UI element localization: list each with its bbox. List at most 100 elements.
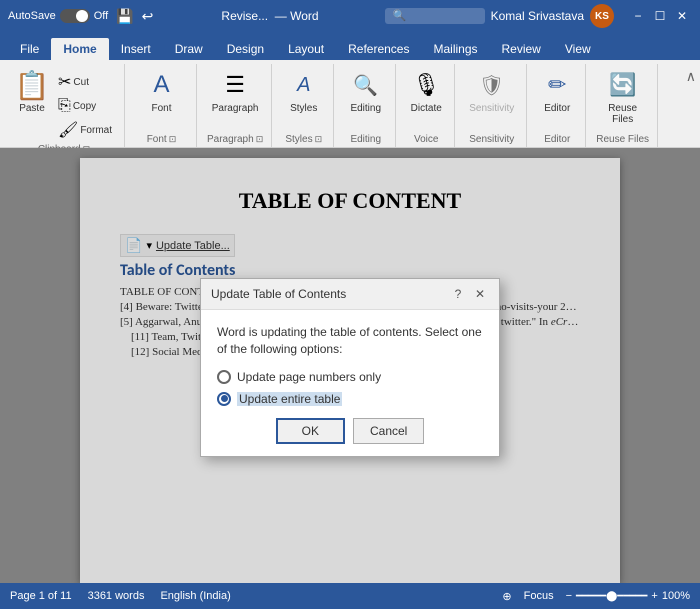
radio-option-page-numbers[interactable]: Update page numbers only <box>217 370 483 384</box>
tab-layout[interactable]: Layout <box>276 38 336 60</box>
radio-input-1[interactable] <box>217 370 231 384</box>
font-group-label: Font ⊡ <box>135 134 188 145</box>
tab-view[interactable]: View <box>553 38 603 60</box>
paragraph-group-label: Paragraph ⊡ <box>207 134 263 145</box>
font-content: A Font <box>141 66 181 132</box>
styles-group-label: Styles ⊡ <box>282 134 325 145</box>
sensitivity-button[interactable]: 🛡 Sensitivity <box>465 66 518 117</box>
zoom-level-label: 100% <box>662 590 690 602</box>
ribbon-tab-bar: File Home Insert Draw Design Layout Refe… <box>0 32 700 60</box>
ribbon-group-editor: ✏ Editor Editor <box>529 64 586 147</box>
copy-icon: ⎘ <box>58 97 71 115</box>
radio-input-2[interactable] <box>217 392 231 406</box>
minimize-button[interactable]: − <box>628 6 648 26</box>
ribbon-collapse-btn[interactable]: ∧ <box>686 64 696 147</box>
focus-icon[interactable]: ⊕ <box>502 590 511 603</box>
focus-label[interactable]: Focus <box>524 590 554 602</box>
document-area: TABLE OF CONTENT 📄 ▾ Update Table... Tab… <box>0 148 700 583</box>
user-info: Komal Srivastava KS <box>491 4 614 28</box>
dialog-cancel-button[interactable]: Cancel <box>353 418 424 444</box>
paragraph-expand-icon[interactable]: ⊡ <box>256 134 264 145</box>
reuse-files-icon: 🔄 <box>607 69 639 101</box>
tab-insert[interactable]: Insert <box>109 38 163 60</box>
ribbon-group-editing: 🔍 Editing Editing <box>336 64 396 147</box>
voice-content: 🎙 Dictate <box>406 66 446 132</box>
user-avatar: KS <box>590 4 614 28</box>
paragraph-content: ☰ Paragraph <box>208 66 263 132</box>
dialog-help-button[interactable]: ? <box>449 285 467 303</box>
quick-access-toolbar: 💾 ↩ <box>114 6 155 27</box>
close-button[interactable]: ✕ <box>672 6 692 26</box>
clipboard-content: 📋 Paste ✂ Cut ⎘ Copy 🖌 Format <box>12 66 116 142</box>
format-painter-icon: 🖌 <box>58 120 78 140</box>
ribbon-group-reuse: 🔄 ReuseFiles Reuse Files <box>588 64 658 147</box>
font-expand-icon[interactable]: ⊡ <box>169 134 177 145</box>
language-selector[interactable]: English (India) <box>160 590 230 602</box>
toggle-knob <box>76 10 88 22</box>
format-painter-label: Format <box>80 125 112 136</box>
cut-button[interactable]: ✂ Cut <box>54 70 116 94</box>
autosave-toggle[interactable] <box>60 9 90 23</box>
toggle-state-label: Off <box>94 10 108 22</box>
styles-button[interactable]: A Styles <box>284 66 324 117</box>
ribbon-group-font: A Font Font ⊡ <box>127 64 197 147</box>
editing-content: 🔍 Editing <box>346 66 386 132</box>
zoom-in-icon[interactable]: + <box>651 590 657 602</box>
username-label: Komal Srivastava <box>491 9 584 23</box>
undo-icon[interactable]: ↩ <box>140 6 156 27</box>
tab-references[interactable]: References <box>336 38 421 60</box>
dialog-description: Word is updating the table of contents. … <box>217 324 483 358</box>
sensitivity-group-label: Sensitivity <box>465 134 518 145</box>
tab-file[interactable]: File <box>8 38 51 60</box>
status-bar-right: ⊕ Focus − ━━━━━⬤━━━━━ + 100% <box>502 590 690 603</box>
tab-home[interactable]: Home <box>51 38 108 60</box>
font-label: Font <box>151 103 171 114</box>
dialog-ok-button[interactable]: OK <box>276 418 345 444</box>
dialog-title-bar: Update Table of Contents ? ✕ <box>201 279 499 310</box>
dialog-title: Update Table of Contents <box>211 287 346 301</box>
paste-label: Paste <box>19 103 45 114</box>
paste-button[interactable]: 📋 Paste <box>12 66 52 117</box>
status-bar: Page 1 of 11 3361 words English (India) … <box>0 583 700 609</box>
editor-button[interactable]: ✏ Editor <box>537 66 577 117</box>
ribbon-group-styles: A Styles Styles ⊡ <box>274 64 334 147</box>
zoom-out-icon[interactable]: − <box>566 590 572 602</box>
document-page: TABLE OF CONTENT 📄 ▾ Update Table... Tab… <box>80 158 620 583</box>
ribbon-group-paragraph: ☰ Paragraph Paragraph ⊡ <box>199 64 272 147</box>
tab-mailings[interactable]: Mailings <box>421 38 489 60</box>
save-icon[interactable]: 💾 <box>114 6 135 27</box>
radio-option-entire-table[interactable]: Update entire table <box>217 392 483 406</box>
reuse-files-button[interactable]: 🔄 ReuseFiles <box>603 66 643 128</box>
tab-draw[interactable]: Draw <box>163 38 215 60</box>
reuse-files-label: ReuseFiles <box>608 103 637 125</box>
paragraph-label: Paragraph <box>212 103 259 114</box>
dialog-overlay: Update Table of Contents ? ✕ Word is upd… <box>80 158 620 583</box>
font-button[interactable]: A Font <box>141 66 181 117</box>
zoom-slider[interactable]: ━━━━━⬤━━━━━ <box>576 591 647 602</box>
dictate-button[interactable]: 🎙 Dictate <box>406 66 446 117</box>
editor-group-label: Editor <box>537 134 577 145</box>
voice-group-label: Voice <box>406 134 446 145</box>
reuse-content: 🔄 ReuseFiles <box>603 66 643 132</box>
paragraph-button[interactable]: ☰ Paragraph <box>208 66 263 117</box>
format-painter-button[interactable]: 🖌 Format <box>54 118 116 142</box>
word-count: 3361 words <box>88 590 145 602</box>
maximize-button[interactable]: ☐ <box>650 6 670 26</box>
styles-expand-icon[interactable]: ⊡ <box>315 134 323 145</box>
styles-icon: A <box>288 69 320 101</box>
tab-design[interactable]: Design <box>215 38 276 60</box>
dialog-body: Word is updating the table of contents. … <box>201 310 499 456</box>
ribbon: 📋 Paste ✂ Cut ⎘ Copy 🖌 Format <box>0 60 700 148</box>
update-toc-dialog: Update Table of Contents ? ✕ Word is upd… <box>200 278 500 457</box>
editing-button[interactable]: 🔍 Editing <box>346 66 386 117</box>
zoom-controls: − ━━━━━⬤━━━━━ + 100% <box>566 590 690 602</box>
dialog-close-button[interactable]: ✕ <box>471 285 489 303</box>
tab-review[interactable]: Review <box>490 38 553 60</box>
copy-button[interactable]: ⎘ Copy <box>54 95 116 117</box>
sensitivity-icon: 🛡 <box>476 69 508 101</box>
cut-icon: ✂ <box>58 72 71 92</box>
ribbon-group-clipboard: 📋 Paste ✂ Cut ⎘ Copy 🖌 Format <box>4 64 125 147</box>
autosave-label: AutoSave <box>8 10 56 22</box>
dictate-icon: 🎙 <box>410 69 442 101</box>
search-input[interactable] <box>385 8 485 24</box>
